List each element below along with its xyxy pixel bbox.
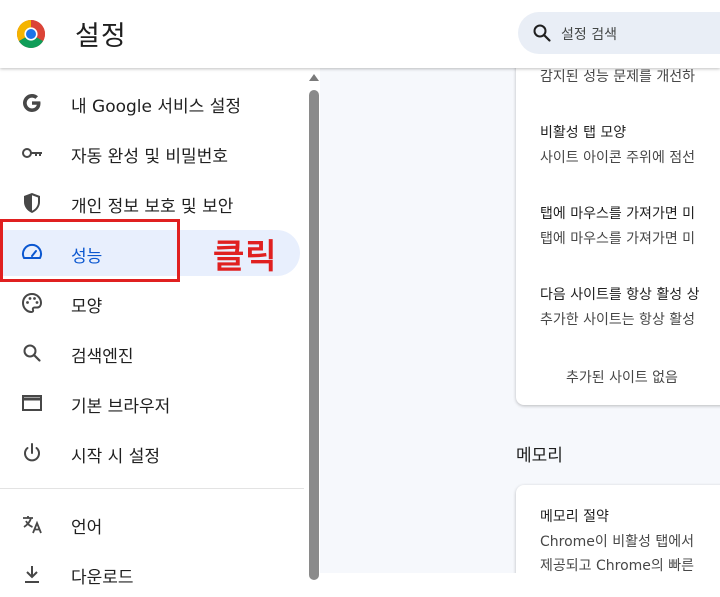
sidebar-item-default-browser[interactable]: 기본 브라우저 [0,380,300,426]
sidebar-item-on-startup[interactable]: 시작 시 설정 [0,430,300,476]
settings-main-content: 감지된 성능 문제를 개선하 비활성 탭 모양 사이트 아이콘 주위에 점선 탭… [320,68,720,573]
sidebar-item-label: 검색엔진 [71,347,134,367]
power-icon [24,443,40,462]
sidebar-item-downloads[interactable]: 다운로드 [0,551,300,597]
inactive-tab-appearance-desc: 사이트 아이콘 주위에 점선 [540,150,696,166]
sidebar-item-label: 내 Google 서비스 설정 [71,97,241,117]
palette-icon [21,292,43,314]
memory-saver-title[interactable]: 메모리 절약 [540,506,609,526]
browser-window-icon [22,395,42,411]
click-annotation-label: 클릭 [213,237,278,277]
sidebar-item-languages[interactable]: 언어 [0,501,300,547]
inactive-tab-appearance-title[interactable]: 비활성 탭 모양 [540,122,626,142]
scroll-up-arrow-icon[interactable] [309,74,319,81]
page-title: 설정 [75,21,127,52]
search-input-placeholder[interactable]: 설정 검색 [561,24,617,44]
key-icon [22,148,42,158]
sidebar-item-label: 자동 완성 및 비밀번호 [71,147,228,167]
search-icon [533,24,551,42]
sidebar-item-label: 언어 [71,518,103,538]
chrome-logo-icon [17,20,45,48]
performance-settings-card: 감지된 성능 문제를 개선하 비활성 탭 모양 사이트 아이콘 주위에 점선 탭… [516,68,720,405]
sidebar-item-autofill-passwords[interactable]: 자동 완성 및 비밀번호 [0,130,300,176]
always-active-sites-title[interactable]: 다음 사이트를 항상 활성 상 [540,284,699,304]
search-icon [23,344,41,362]
memory-saver-desc-line1: Chrome이 비활성 탭에서 [540,534,694,550]
scrollbar-thumb[interactable] [309,90,319,580]
click-highlight-box [0,219,180,282]
memory-settings-card: 메모리 절약 Chrome이 비활성 탭에서 제공되고 Chrome의 빠른 [516,485,720,573]
sidebar-item-label: 기본 브라우저 [71,397,171,417]
translate-icon [23,516,42,534]
sidebar-scrollbar[interactable] [308,68,320,580]
tab-hover-preview-desc: 탭에 마우스를 가져가면 미 [540,231,696,247]
sidebar-item-label: 시작 시 설정 [71,447,161,467]
tab-hover-preview-title[interactable]: 탭에 마우스를 가져가면 미 [540,203,695,223]
sidebar-item-appearance[interactable]: 모양 [0,280,300,326]
sidebar-item-label: 모양 [71,297,103,317]
sidebar-item-google-services[interactable]: 내 Google 서비스 설정 [0,80,300,126]
search-settings-box[interactable]: 설정 검색 [518,12,720,54]
settings-sidebar: 내 Google 서비스 설정 자동 완성 및 비밀번호 개인 정보 보호 및 … [0,68,305,588]
google-icon [23,94,41,112]
sidebar-item-search-engine[interactable]: 검색엔진 [0,330,300,376]
shield-icon [24,193,40,213]
sidebar-divider [0,488,304,489]
memory-saver-desc-line2: 제공되고 Chrome의 빠른 [540,558,694,573]
sidebar-item-label: 다운로드 [71,568,134,588]
sidebar-item-label: 개인 정보 보호 및 보안 [71,197,234,217]
always-active-sites-desc: 추가한 사이트는 항상 활성 [540,312,696,328]
download-icon [25,566,39,583]
performance-issue-desc: 감지된 성능 문제를 개선하 [540,69,696,85]
settings-header: 설정 설정 검색 [0,0,720,68]
memory-section-title: 메모리 [516,446,563,466]
no-sites-added-text: 추가된 사이트 없음 [566,370,678,386]
